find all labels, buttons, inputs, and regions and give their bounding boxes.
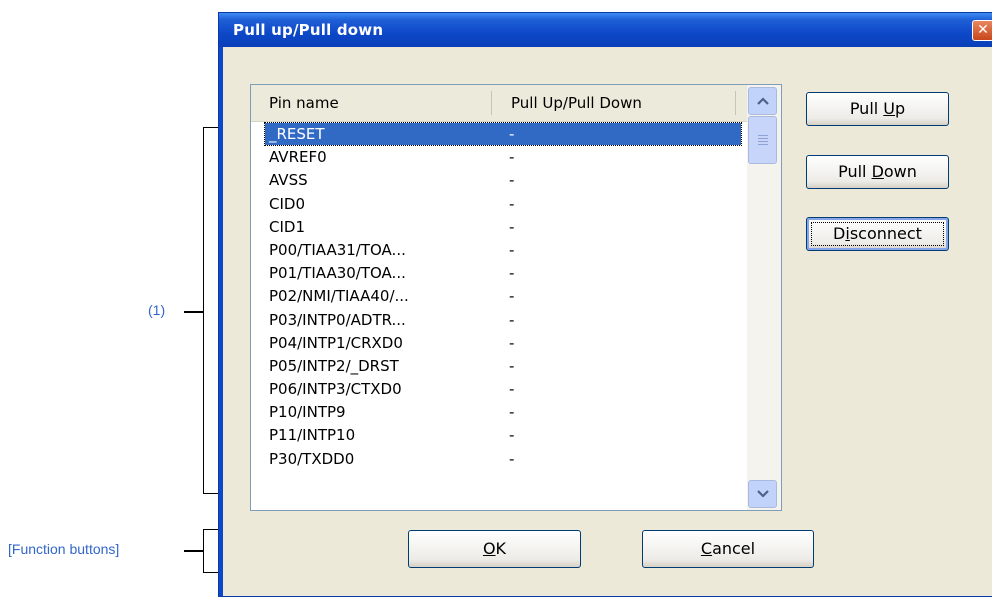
table-row[interactable]: P11/INTP10 - [251, 424, 748, 447]
table-row[interactable]: P02/NMI/TIAA40/... - [251, 285, 748, 308]
window-frame-edge [219, 47, 223, 596]
table-row[interactable]: CID1 - [251, 216, 748, 239]
focus-rectangle [811, 222, 944, 246]
vertical-scrollbar[interactable] [747, 85, 781, 510]
pin-name-cell: P06/INTP3/CTXD0 [269, 380, 402, 399]
pull-state-cell: - [509, 287, 515, 306]
ok-label-post: K [495, 539, 507, 558]
pin-name-cell: P02/NMI/TIAA40/... [269, 287, 409, 306]
list-header: Pin name Pull Up/Pull Down [251, 85, 748, 122]
column-separator[interactable] [491, 91, 492, 115]
pin-name-cell: P01/TIAA30/TOA... [269, 264, 406, 283]
table-row[interactable]: P30/TXDD0 - [251, 448, 748, 471]
pull-state-cell: - [509, 171, 515, 190]
ok-button[interactable]: OK [408, 530, 581, 568]
pin-list[interactable]: Pin name Pull Up/Pull Down _RESET - AVREF0… [250, 84, 782, 511]
function-buttons-annotation-label: [Function buttons] [8, 541, 120, 557]
list-rows: _RESET - AVREF0- AVSS - CID0- CID1- P00/TIAA31/… [251, 122, 748, 471]
table-row[interactable]: AVSS - [251, 169, 748, 192]
grip-line [758, 144, 768, 145]
pull-state-cell: - [509, 403, 515, 422]
selection-highlight [264, 122, 742, 146]
table-row[interactable]: P10/INTP9 - [251, 401, 748, 424]
column-separator[interactable] [735, 91, 736, 115]
pin-name-cell: P11/INTP10 [269, 426, 356, 445]
list-annotation-bracket [203, 127, 218, 494]
pin-name-cell: P30/TXDD0 [269, 449, 355, 468]
pin-name-cell: P03/INTP0/ADTR... [269, 310, 406, 329]
pull-state-cell: - [509, 426, 515, 445]
pin-name-cell: _RESET [269, 125, 325, 143]
table-row[interactable]: P06/INTP3/CTXD0 - [251, 378, 748, 401]
pull-state-cell: - [509, 380, 515, 399]
column-header-pin-name[interactable]: Pin name [269, 85, 339, 121]
grip-line [758, 141, 768, 142]
pull-state-cell: - [509, 264, 515, 283]
pull-up-label-pre: Pull [849, 99, 884, 118]
cancel-button[interactable]: Cancel [642, 530, 814, 568]
pull-state-cell: - [509, 194, 515, 213]
pull-down-accesskey: D [871, 162, 884, 181]
table-row[interactable]: P05/INTP2/_DRST - [251, 355, 748, 378]
pull-up-label-post: p [895, 99, 906, 118]
ok-accesskey: O [482, 539, 496, 558]
table-row[interactable]: P04/INTP1/CRXD0 - [251, 332, 748, 355]
pin-name-cell: AVREF0 [269, 148, 327, 167]
table-row[interactable]: AVREF0 - [251, 146, 748, 169]
chevron-up-icon[interactable] [748, 87, 777, 115]
pull-down-label-post: own [883, 162, 917, 181]
table-row[interactable]: P03/INTP0/ADTR... - [251, 309, 748, 332]
table-row[interactable]: CID0 - [251, 193, 748, 216]
list-annotation-tick [184, 311, 204, 313]
pin-name-cell: CID0 [269, 194, 305, 213]
pull-up-button[interactable]: Pull Up [806, 92, 949, 126]
table-row[interactable]: P01/TIAA30/TOA... - [251, 262, 748, 285]
pull-state-cell: - [509, 449, 515, 468]
pull-state-cell: - [509, 148, 515, 167]
pull-state-cell: - [509, 125, 515, 143]
dialog-title: Pull up/Pull down [233, 21, 384, 39]
column-header-pull-state[interactable]: Pull Up/Pull Down [511, 85, 642, 121]
table-row[interactable]: P00/TIAA31/TOA... - [251, 239, 748, 262]
pin-name-cell: AVSS [269, 171, 308, 190]
pull-down-label-pre: Pull [838, 162, 872, 181]
close-icon[interactable]: ✕ [972, 20, 992, 41]
pin-name-cell: P04/INTP1/CRXD0 [269, 333, 403, 352]
cancel-accesskey: C [700, 539, 713, 558]
grip-line [758, 138, 768, 139]
table-row[interactable]: _RESET - [251, 122, 748, 146]
scrollbar-thumb[interactable] [748, 116, 777, 164]
cancel-label-post: ancel [712, 539, 756, 558]
chevron-down-icon[interactable] [748, 480, 777, 508]
pull-down-button[interactable]: Pull Down [806, 155, 949, 189]
disconnect-button[interactable]: Disconnect [806, 217, 949, 251]
pin-name-cell: P10/INTP9 [269, 403, 346, 422]
function-buttons-annotation-tick [184, 550, 204, 552]
title-bar[interactable]: Pull up/Pull down ✕ [219, 13, 992, 47]
pull-state-cell: - [509, 333, 515, 352]
function-buttons-annotation-bracket [203, 529, 218, 573]
pull-up-pull-down-dialog: Pull up/Pull down ✕ Pin name Pull Up/Pul… [218, 12, 992, 597]
pull-up-accesskey: U [883, 99, 896, 118]
list-annotation-label: (1) [148, 302, 166, 318]
pull-state-cell: - [509, 217, 515, 236]
pull-state-cell: - [509, 310, 515, 329]
pull-state-cell: - [509, 356, 515, 375]
grip-line [758, 135, 768, 136]
pin-name-cell: P00/TIAA31/TOA... [269, 240, 406, 259]
pull-state-cell: - [509, 240, 515, 259]
pin-name-cell: P05/INTP2/_DRST [269, 356, 399, 375]
pin-name-cell: CID1 [269, 217, 305, 236]
